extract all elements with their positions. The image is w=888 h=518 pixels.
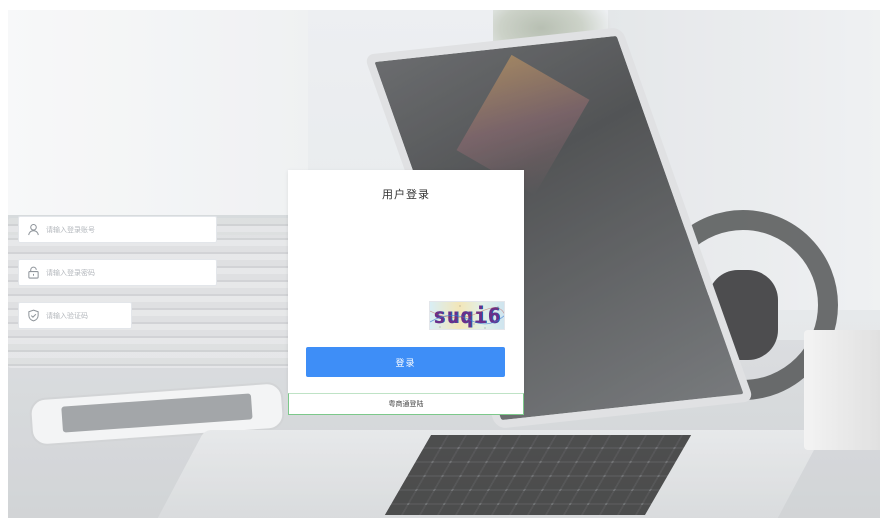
login-title: 用户登录 [382, 188, 430, 201]
captcha-image[interactable]: suqi6 [429, 301, 505, 330]
password-field[interactable] [18, 259, 217, 286]
shield-check-icon [27, 309, 40, 322]
captcha-code: suqi6 [433, 304, 502, 328]
user-icon [27, 223, 40, 236]
username-field[interactable] [18, 216, 217, 243]
alt-login-button[interactable]: 粤商通登陆 [288, 393, 524, 415]
captcha-field[interactable] [18, 302, 132, 329]
login-button[interactable]: 登录 [306, 347, 505, 377]
captcha-input[interactable] [46, 303, 126, 328]
password-input[interactable] [46, 260, 206, 285]
lock-icon [27, 266, 40, 279]
username-input[interactable] [46, 217, 206, 242]
